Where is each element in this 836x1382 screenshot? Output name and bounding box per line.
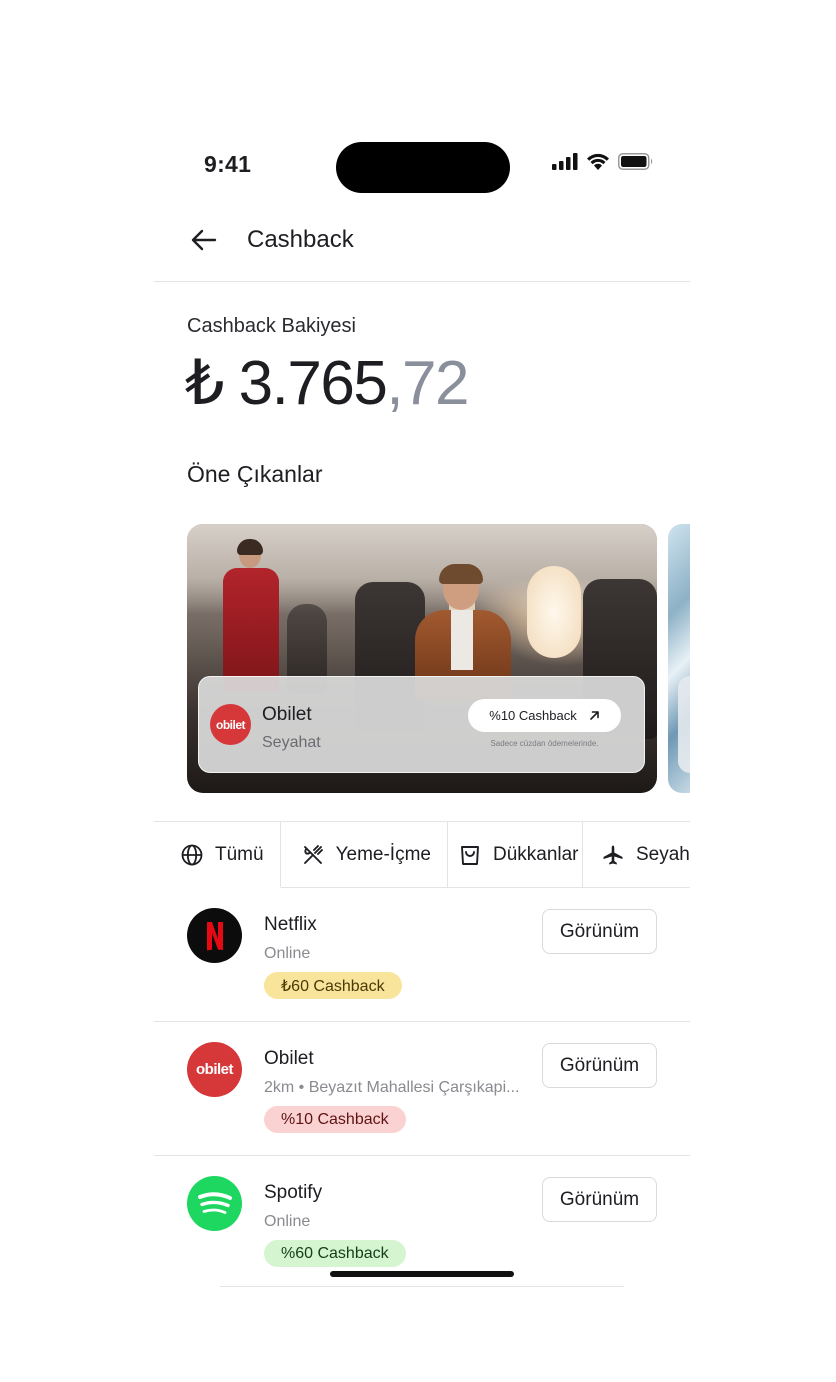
app-header: Cashback	[154, 216, 690, 282]
spotify-logo	[187, 1176, 242, 1231]
arrow-up-right-icon	[589, 711, 599, 720]
tab-label: Yeme-İçme	[335, 843, 431, 865]
category-tabs: Tümü Yeme-İçme Dükkanlar Seyahat	[154, 821, 690, 888]
featured-merchant-category: Seyahat	[262, 734, 321, 751]
utensils-icon	[303, 844, 323, 864]
balance-integer: ₺ 3.765	[185, 349, 388, 418]
balance-decimal: ,72	[386, 349, 469, 418]
list-item[interactable]: Spotify Online %60 Cashback Görünüm	[154, 1156, 690, 1290]
merchant-subtitle: Online	[264, 945, 311, 962]
passenger	[405, 564, 515, 700]
page-title: Cashback	[247, 226, 354, 253]
airplane-icon	[603, 845, 623, 864]
cashback-badge: %60 Cashback	[264, 1240, 406, 1267]
shopping-bag-icon	[461, 845, 479, 865]
featured-note: Sadece cüzdan ödemelerinde.	[490, 739, 599, 748]
merchant-name: Obilet	[264, 1048, 314, 1069]
tab-label: Seyahat	[635, 843, 690, 865]
merchant-name: Spotify	[264, 1182, 323, 1203]
view-button[interactable]: Görünüm	[542, 1043, 657, 1088]
spotify-waves-icon	[197, 1191, 232, 1214]
signal-icon	[552, 153, 578, 170]
obilet-logo: obilet	[187, 1042, 242, 1097]
view-button[interactable]: Görünüm	[542, 1177, 657, 1222]
cashback-badge: %10 Cashback	[264, 1106, 406, 1133]
merchant-list: Netflix Online ₺60 Cashback Görünüm obil…	[154, 888, 690, 1290]
merchant-subtitle: 2km • Beyazıt Mahallesi Çarşıkapi...	[264, 1079, 520, 1096]
list-item[interactable]: Netflix Online ₺60 Cashback Görünüm	[154, 888, 690, 1022]
featured-card-obilet[interactable]: obilet Obilet Seyahat %10 Cashback Sadec…	[187, 524, 657, 793]
featured-cashback-label: %10 Cashback	[489, 708, 577, 723]
featured-cashback-pill[interactable]: %10 Cashback	[468, 699, 621, 732]
view-button[interactable]: Görünüm	[542, 909, 657, 954]
status-time: 9:41	[204, 151, 252, 177]
netflix-n-icon	[206, 921, 223, 950]
tab-label: Dükkanlar	[492, 843, 579, 865]
cabin-window	[527, 566, 581, 658]
globe-icon	[181, 844, 203, 865]
arrow-left-icon	[191, 229, 217, 251]
featured-merchant-name: Obilet	[262, 704, 312, 725]
dynamic-island	[336, 142, 510, 193]
merchant-name: Netflix	[264, 914, 317, 935]
obilet-logo-text: obilet	[196, 1061, 234, 1078]
tab-label: Tümü	[215, 843, 264, 865]
tab-shops[interactable]: Dükkanlar	[447, 822, 583, 888]
featured-info-panel: obilet Obilet Seyahat %10 Cashback Sadec…	[198, 676, 645, 773]
featured-card-next[interactable]	[668, 524, 690, 793]
balance-label: Cashback Bakiyesi	[187, 315, 356, 337]
divider	[220, 1286, 624, 1287]
home-indicator[interactable]	[330, 1271, 514, 1277]
netflix-logo	[187, 908, 242, 963]
battery-icon	[618, 153, 653, 170]
balance-amount: ₺ 3.765,72	[185, 346, 470, 419]
tab-food-drink[interactable]: Yeme-İçme	[280, 822, 448, 888]
list-item[interactable]: obilet Obilet 2km • Beyazıt Mahallesi Ça…	[154, 1022, 690, 1156]
cashback-badge: ₺60 Cashback	[264, 972, 402, 999]
tab-travel[interactable]: Seyahat	[582, 822, 690, 888]
back-button[interactable]	[188, 224, 220, 256]
merchant-subtitle: Online	[264, 1213, 311, 1230]
tab-all[interactable]: Tümü	[154, 822, 281, 888]
featured-title: Öne Çıkanlar	[187, 461, 323, 487]
obilet-logo: obilet	[210, 704, 251, 745]
phone-screen: 9:41 Cashback Cashback Bakiyesi ₺ 3.765,…	[154, 120, 690, 1290]
status-icons	[552, 153, 654, 170]
wifi-icon	[587, 153, 609, 170]
flight-attendant	[219, 539, 283, 692]
